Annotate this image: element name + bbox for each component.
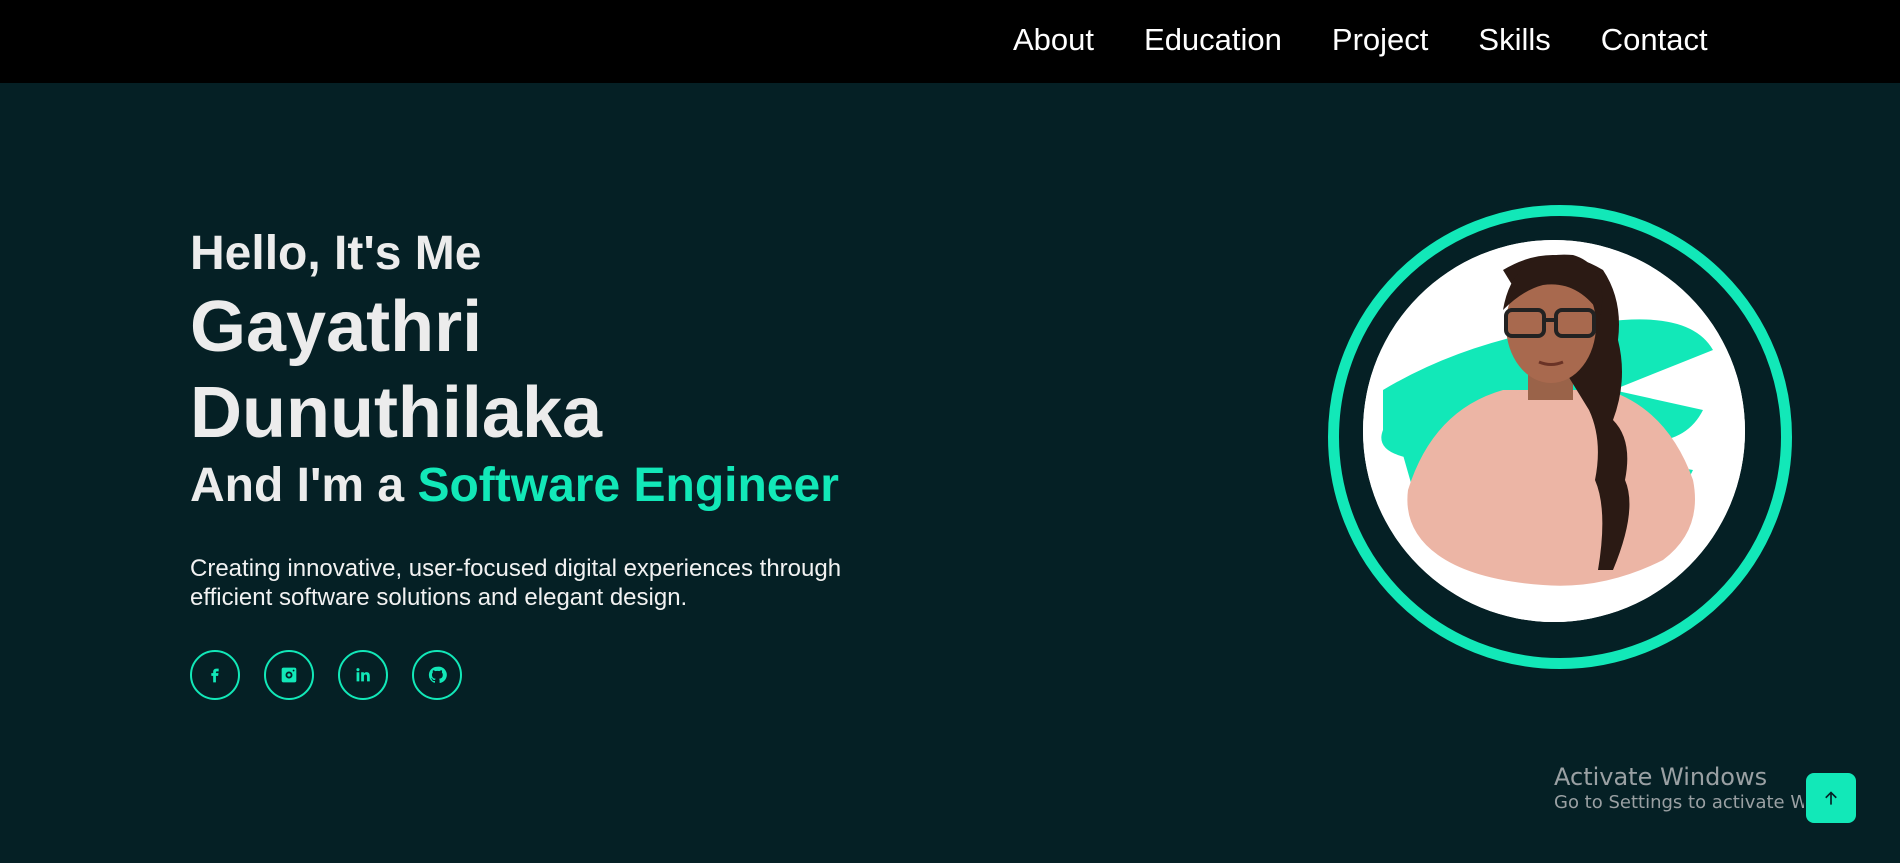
facebook-icon <box>211 668 219 683</box>
name-first: Gayathri <box>190 287 483 367</box>
role-text: Software Engineer <box>417 459 839 512</box>
navbar: About Education Project Skills Contact <box>0 0 1900 83</box>
nav-link-project[interactable]: Project <box>1332 22 1428 58</box>
profile-image <box>1363 240 1745 622</box>
facebook-link[interactable] <box>190 650 240 700</box>
profile-illustration <box>1363 240 1745 622</box>
back-to-top-button[interactable] <box>1806 773 1856 823</box>
windows-activation-watermark: Activate Windows Go to Settings to activ… <box>1554 762 1804 814</box>
role-prefix: And I'm a <box>190 459 418 512</box>
nav-links: About Education Project Skills Contact <box>1013 0 1758 80</box>
github-link[interactable] <box>412 650 462 700</box>
linkedin-link[interactable] <box>338 650 388 700</box>
hero-text: Hello, It's Me Gayathri Dunuthilaka And … <box>190 224 950 700</box>
nav-link-contact[interactable]: Contact <box>1601 22 1708 58</box>
hero-description: Creating innovative, user-focused digita… <box>190 555 842 611</box>
watermark-subtitle: Go to Settings to activate Windows. <box>1554 792 1804 813</box>
instagram-link[interactable] <box>264 650 314 700</box>
social-links <box>190 650 950 700</box>
greeting: Hello, It's Me <box>190 227 482 280</box>
arrow-up-icon <box>1825 791 1837 805</box>
nav-link-education[interactable]: Education <box>1144 22 1282 58</box>
nav-link-about[interactable]: About <box>1013 22 1094 58</box>
github-icon <box>428 666 447 683</box>
instagram-icon <box>281 667 297 683</box>
name-last: Dunuthilaka <box>190 373 603 453</box>
watermark-title: Activate Windows <box>1554 763 1768 791</box>
nav-link-skills[interactable]: Skills <box>1478 22 1550 58</box>
linkedin-icon <box>356 668 370 682</box>
role-line: And I'm a Software Engineer <box>190 456 950 516</box>
